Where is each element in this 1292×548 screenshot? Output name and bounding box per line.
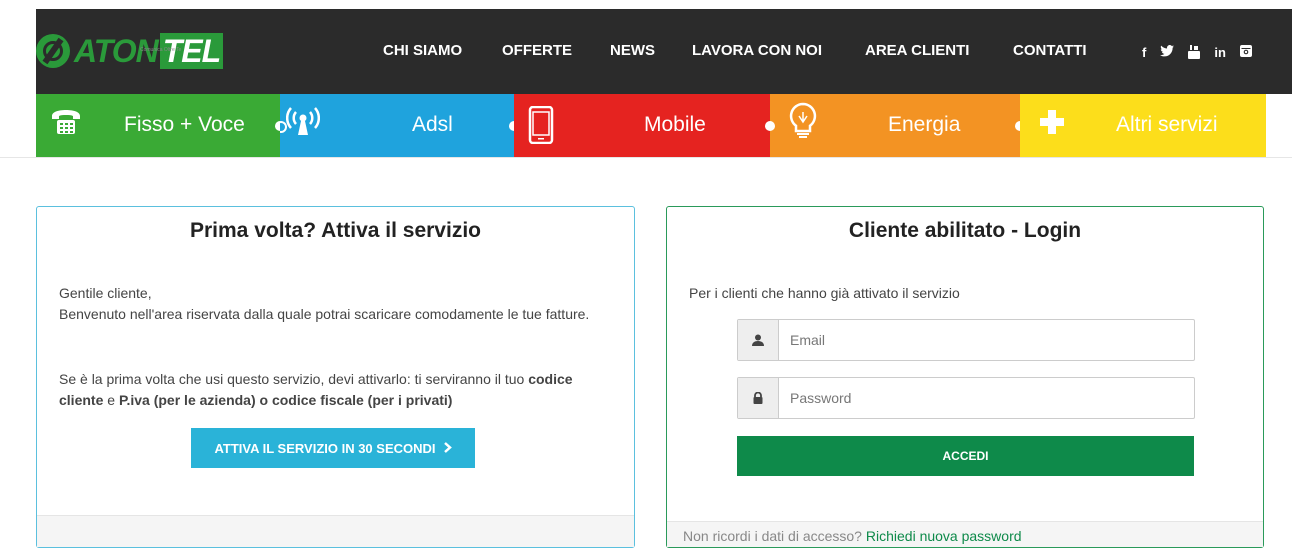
smartphone-icon — [528, 105, 560, 145]
login-button[interactable]: ACCEDI — [737, 436, 1194, 476]
logo-mark-icon — [36, 34, 70, 68]
facebook-icon[interactable]: f — [1142, 45, 1146, 62]
login-intro: Per i clienti che hanno già attivato il … — [689, 285, 960, 301]
nav-contatti[interactable]: CONTATTI — [1013, 42, 1087, 59]
atontel-logo[interactable]: ATON TEL — [36, 31, 224, 71]
password-input[interactable] — [788, 378, 1182, 418]
lock-icon — [738, 378, 779, 418]
activate-instructions: Se è la prima volta che usi questo servi… — [59, 371, 573, 408]
logo-tagline: Comunica Oltre Te — [140, 47, 182, 53]
nav-news[interactable]: NEWS — [610, 42, 655, 59]
twitter-icon[interactable] — [1160, 45, 1175, 62]
nav-lavora-con-noi[interactable]: LAVORA CON NOI — [692, 42, 822, 59]
divider — [0, 157, 1292, 158]
email-input[interactable] — [788, 320, 1182, 360]
forgot-credentials: Non ricordi i dati di accesso? Richiedi … — [683, 528, 1022, 544]
activate-panel-footer — [37, 515, 634, 547]
password-field — [737, 377, 1195, 419]
login-title: Cliente abilitato - Login — [848, 219, 1082, 242]
email-field — [737, 319, 1195, 361]
social-links: f in — [1142, 45, 1252, 62]
welcome-message: Benvenuto nell'area riservata dalla qual… — [59, 306, 590, 322]
top-navigation-bar: ATON TEL Comunica Oltre Te CHI SIAMO OFFE… — [36, 9, 1292, 94]
service-energia[interactable]: Energia — [770, 94, 1020, 157]
service-adsl[interactable]: Adsl — [280, 94, 514, 157]
service-label: Mobile — [644, 113, 706, 136]
telephone-icon — [50, 106, 82, 138]
wireless-icon — [286, 106, 320, 138]
login-panel-footer: Non ricordi i dati di accesso? Richiedi … — [667, 521, 1263, 547]
activate-welcome-text: Gentile cliente, Benvenuto nell'area ris… — [59, 283, 599, 325]
service-altri-servizi[interactable]: Altri servizi — [1020, 94, 1266, 157]
nav-area-clienti[interactable]: AREA CLIENTI — [865, 42, 969, 59]
activate-title: Prima volta? Attiva il servizio — [190, 219, 481, 242]
linkedin-icon[interactable]: in — [1214, 45, 1226, 62]
service-label: Altri servizi — [1116, 113, 1218, 136]
youtube-icon[interactable] — [1188, 45, 1201, 62]
nav-offerte[interactable]: OFFERTE — [502, 42, 572, 59]
lightbulb-icon — [788, 102, 820, 138]
service-label: Adsl — [412, 113, 453, 136]
nav-chi-siamo[interactable]: CHI SIAMO — [383, 42, 462, 59]
activate-service-panel: Prima volta? Attiva il servizio Gentile … — [36, 206, 635, 548]
service-label: Fisso + Voce — [124, 113, 245, 136]
service-fisso-voce[interactable]: Fisso + Voce — [36, 94, 280, 157]
service-mobile[interactable]: Mobile — [514, 94, 770, 157]
request-new-password-link[interactable]: Richiedi nuova password — [866, 528, 1022, 544]
chevron-right-icon — [443, 440, 452, 456]
greeting: Gentile cliente, — [59, 285, 152, 301]
login-panel: Cliente abilitato - Login Per i clienti … — [666, 206, 1264, 548]
service-label: Energia — [888, 113, 961, 136]
activate-service-button[interactable]: ATTIVA IL SERVIZIO IN 30 SECONDI — [191, 428, 475, 468]
plus-icon — [1038, 108, 1070, 140]
instagram-icon[interactable] — [1239, 45, 1252, 62]
user-icon — [738, 320, 779, 360]
